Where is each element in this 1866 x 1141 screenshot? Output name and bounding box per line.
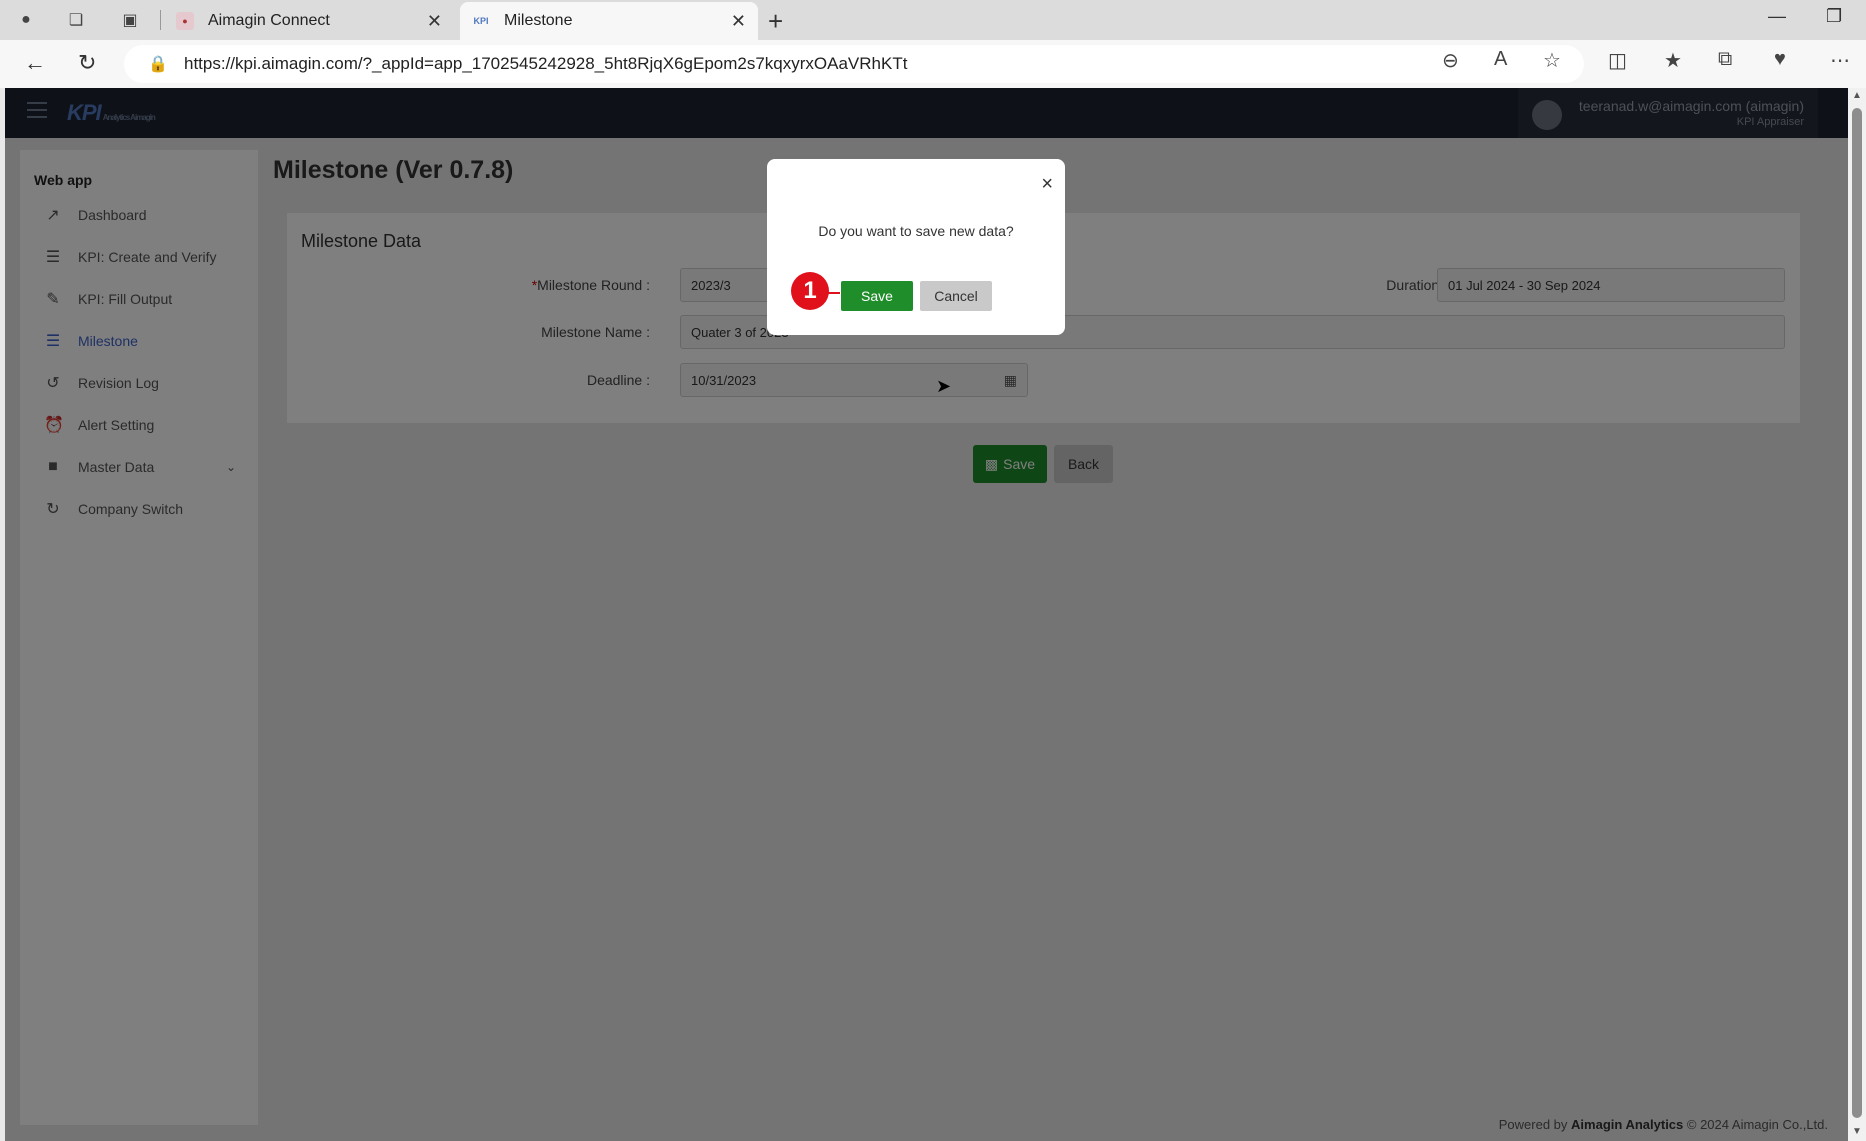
scroll-down-icon[interactable]: ▼ <box>1852 1126 1862 1137</box>
more-menu-icon[interactable]: ⋯ <box>1830 48 1850 73</box>
dialog-save-button[interactable]: Save <box>841 281 913 311</box>
split-screen-icon[interactable]: ◫ <box>1608 48 1627 73</box>
step-number-badge: 1 <box>791 272 829 310</box>
minimize-icon[interactable]: — <box>1768 6 1786 27</box>
back-icon[interactable]: ← <box>24 50 46 76</box>
tab-milestone[interactable]: KPI Milestone ✕ <box>460 2 758 40</box>
browser-tab-bar: ● ❏ ▣ ● Aimagin Connect ✕ KPI Milestone … <box>0 0 1866 40</box>
tab-title: Milestone <box>504 12 573 29</box>
url-text: https://kpi.aimagin.com/?_appId=app_1702… <box>184 54 908 73</box>
workspaces-icon[interactable]: ❏ <box>64 8 88 32</box>
url-field[interactable]: 🔒 https://kpi.aimagin.com/?_appId=app_17… <box>124 45 1584 83</box>
zoom-icon[interactable]: ⊖ <box>1442 48 1459 73</box>
scroll-up-icon[interactable]: ▲ <box>1852 90 1862 101</box>
dialog-cancel-button[interactable]: Cancel <box>920 281 992 311</box>
tab-separator <box>160 10 161 30</box>
restore-icon[interactable]: ❐ <box>1826 6 1842 27</box>
browser-essentials-icon[interactable]: ♥ <box>1774 48 1786 71</box>
tab-favicon-icon: KPI <box>473 16 489 26</box>
dialog-message: Do you want to save new data? <box>818 223 1014 239</box>
reload-icon[interactable]: ↻ <box>78 50 96 76</box>
close-tab-icon[interactable]: ✕ <box>427 11 442 32</box>
tab-aimagin-connect[interactable]: ● Aimagin Connect ✕ <box>164 2 454 40</box>
collections-icon[interactable]: ⧉ <box>1718 48 1732 71</box>
profile-icon[interactable]: ● <box>14 8 38 32</box>
favorite-star-icon[interactable]: ☆ <box>1543 48 1561 73</box>
lock-icon[interactable]: 🔒 <box>148 54 168 74</box>
close-icon[interactable]: × <box>1041 173 1053 196</box>
favorites-icon[interactable]: ★ <box>1664 48 1682 73</box>
page-scrollbar[interactable]: ▲ ▼ <box>1848 88 1866 1141</box>
scrollbar-thumb[interactable] <box>1852 108 1862 1118</box>
address-bar-row: ← ↻ 🔒 https://kpi.aimagin.com/?_appId=ap… <box>0 40 1866 88</box>
new-tab-icon[interactable]: + <box>768 6 783 37</box>
tab-title: Aimagin Connect <box>208 12 330 29</box>
close-tab-icon[interactable]: ✕ <box>731 11 746 32</box>
read-aloud-icon[interactable]: A <box>1494 48 1507 71</box>
tab-favicon-icon: ● <box>176 12 194 30</box>
mouse-cursor-icon: ➤ <box>936 376 952 396</box>
vertical-tabs-icon[interactable]: ▣ <box>118 8 142 32</box>
